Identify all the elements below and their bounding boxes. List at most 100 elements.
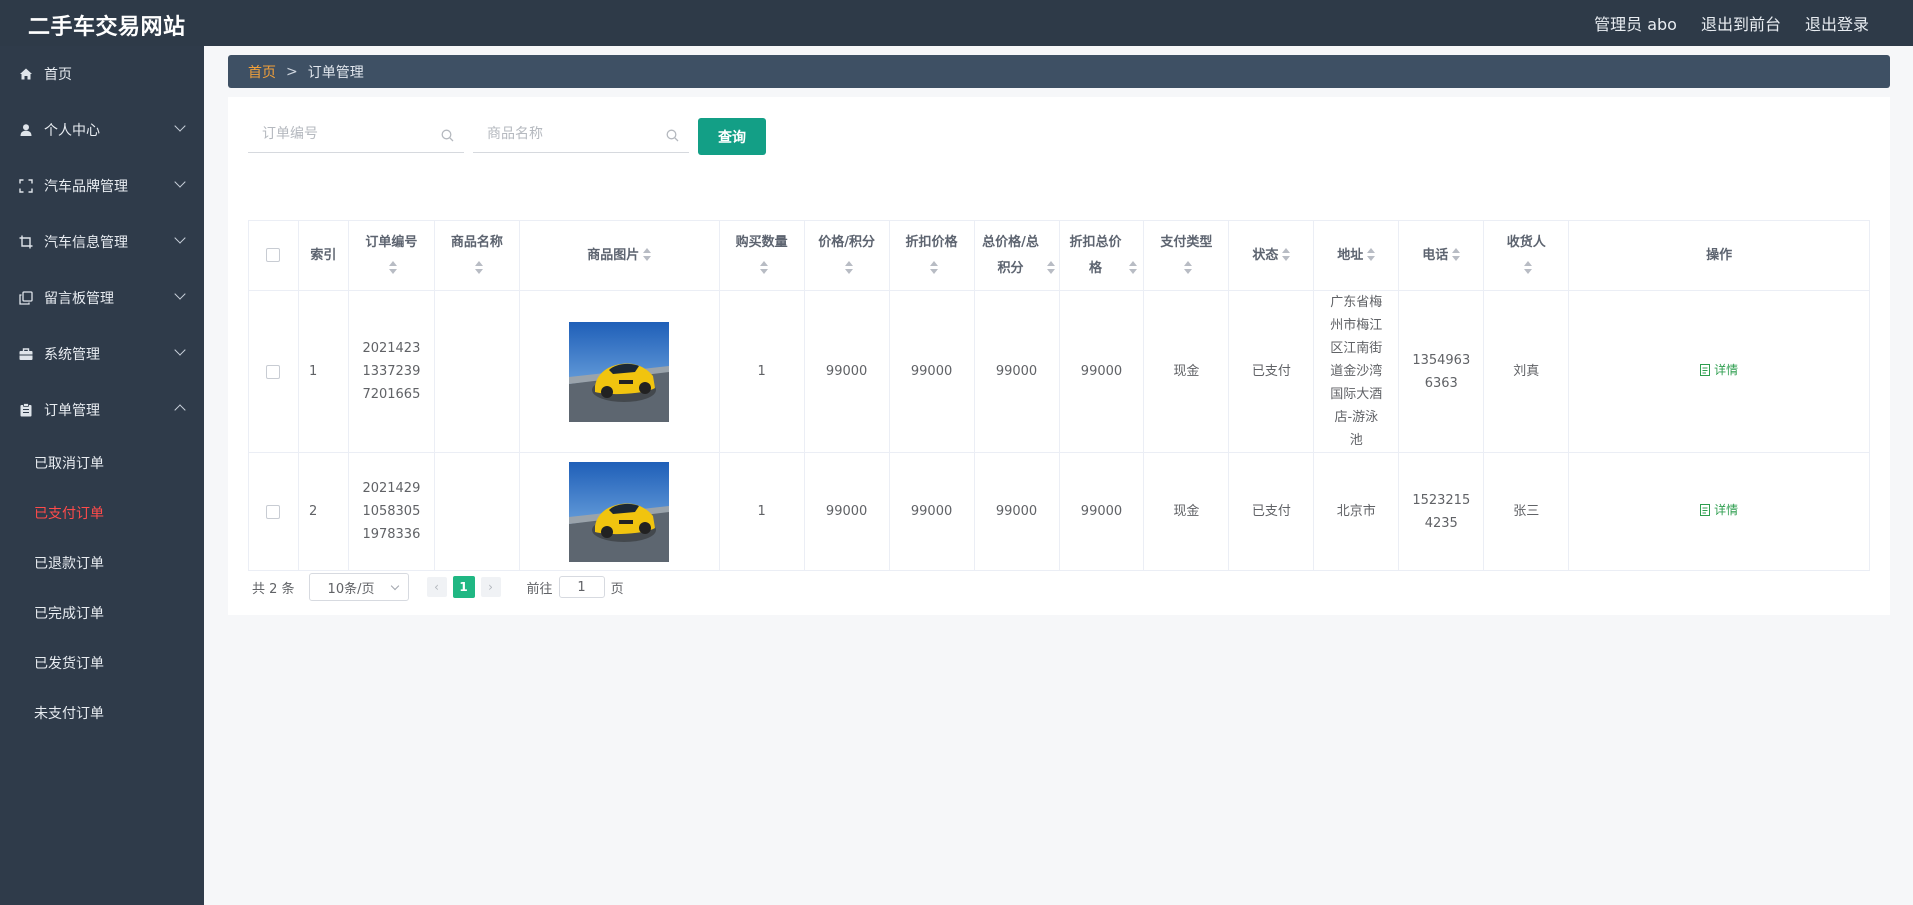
briefcase-icon (18, 346, 34, 362)
row-select-cell (248, 452, 299, 571)
header-index: 索引 (297, 220, 349, 291)
top-nav: 管理员 abo 退出到前台 退出登录 (1594, 11, 1869, 35)
prev-page-button[interactable]: ‹ (426, 577, 447, 597)
breadcrumb-separator: > (286, 63, 298, 80)
sort-icon[interactable] (1046, 261, 1055, 275)
sort-icon[interactable] (759, 261, 768, 275)
submenu-unpaid-orders[interactable]: 未支付订单 (0, 688, 204, 738)
sort-icon[interactable] (1452, 248, 1461, 262)
detail-button[interactable]: 详情 (1700, 359, 1738, 382)
cell-phone: 15232154235 (1398, 452, 1485, 571)
header-product-image[interactable]: 商品图片 (518, 220, 720, 291)
product-name-input[interactable] (473, 115, 689, 152)
row-select-cell (248, 290, 299, 453)
order-number-search (248, 115, 464, 153)
document-icon (1700, 504, 1711, 517)
select-all-checkbox[interactable] (266, 248, 281, 262)
sidebar-item-message-board[interactable]: 留言板管理 (0, 270, 204, 326)
sidebar-item-car-info[interactable]: 汽车信息管理 (0, 214, 204, 270)
header-order-no[interactable]: 订单编号 (347, 220, 435, 291)
cell-actions: 详情 (1568, 290, 1870, 453)
sidebar-item-car-brand[interactable]: 汽车品牌管理 (0, 158, 204, 214)
cell-product-image (518, 452, 720, 571)
admin-user-link[interactable]: 管理员 abo (1594, 11, 1677, 35)
header-pay-type[interactable]: 支付类型 (1143, 220, 1230, 291)
cell-price: 99000 (803, 290, 890, 453)
main-panel: 查询 索引 订单编号 商品名称 商品图片 购买数量 价格/积分 折扣价格 总价格… (228, 97, 1890, 615)
sort-icon[interactable] (929, 261, 938, 275)
crop-icon (18, 234, 34, 250)
cell-total-price: 99000 (973, 452, 1060, 571)
sort-icon[interactable] (643, 248, 652, 262)
product-name-search (473, 115, 689, 153)
header-phone[interactable]: 电话 (1398, 220, 1485, 291)
query-button[interactable]: 查询 (698, 118, 766, 155)
cell-status: 已支付 (1228, 290, 1315, 453)
next-page-button[interactable]: › (480, 577, 501, 597)
sort-icon[interactable] (1184, 261, 1193, 275)
home-icon (18, 66, 34, 82)
table-row: 1 202142313372397201665 1 99000 99000 99… (248, 290, 1870, 453)
sort-icon[interactable] (1282, 248, 1291, 262)
header-discount-price[interactable]: 折扣价格 (888, 220, 975, 291)
submenu-cancelled-orders[interactable]: 已取消订单 (0, 438, 204, 488)
goto-page-input[interactable] (558, 576, 605, 598)
header-discount-total[interactable]: 折扣总价格 (1058, 220, 1145, 291)
cell-index: 1 (297, 290, 349, 453)
sort-icon[interactable] (1367, 248, 1376, 262)
cell-product-image (518, 290, 720, 453)
breadcrumb: 首页 > 订单管理 (228, 55, 1890, 88)
sort-icon[interactable] (389, 261, 398, 275)
sidebar-item-personal-center[interactable]: 个人中心 (0, 102, 204, 158)
cell-index: 2 (297, 452, 349, 571)
document-icon (1700, 364, 1711, 377)
header-product-name[interactable]: 商品名称 (433, 220, 520, 291)
search-icon (441, 127, 454, 146)
car-image[interactable] (569, 321, 670, 422)
sort-icon[interactable] (1129, 261, 1138, 275)
submenu-shipped-orders[interactable]: 已发货订单 (0, 638, 204, 688)
user-icon (18, 122, 34, 138)
sort-icon[interactable] (1524, 261, 1533, 275)
submenu-completed-orders[interactable]: 已完成订单 (0, 588, 204, 638)
sidebar-item-label: 留言板管理 (44, 291, 114, 307)
header-total-price[interactable]: 总价格/总积分 (973, 220, 1060, 291)
table-row: 2 202142910583051978336 1 99000 99000 99… (248, 452, 1870, 571)
logout-link[interactable]: 退出登录 (1805, 11, 1869, 35)
sidebar-item-system[interactable]: 系统管理 (0, 326, 204, 382)
exit-to-frontend-link[interactable]: 退出到前台 (1701, 11, 1781, 35)
page-size-select[interactable]: 10条/页 (308, 573, 409, 601)
chevron-down-icon (174, 120, 186, 132)
search-icon (666, 127, 679, 146)
sort-icon[interactable] (474, 261, 483, 275)
chevron-down-icon (174, 288, 186, 300)
cell-address: 北京市 (1313, 452, 1400, 571)
order-number-input[interactable] (248, 115, 464, 152)
chevron-down-icon (174, 232, 186, 244)
row-checkbox[interactable] (266, 504, 281, 519)
header-receiver[interactable]: 收货人 (1483, 220, 1570, 291)
cell-discount-total: 99000 (1058, 290, 1145, 453)
page-number-button[interactable]: 1 (452, 576, 475, 598)
header-address[interactable]: 地址 (1313, 220, 1400, 291)
detail-button[interactable]: 详情 (1700, 499, 1738, 522)
sort-icon[interactable] (844, 261, 853, 275)
cell-phone: 13549636363 (1398, 290, 1485, 453)
car-image[interactable] (569, 461, 670, 562)
submenu-paid-orders[interactable]: 已支付订单 (0, 488, 204, 538)
row-checkbox[interactable] (266, 364, 281, 379)
header-status[interactable]: 状态 (1228, 220, 1315, 291)
clipboard-icon (18, 402, 34, 418)
breadcrumb-home-link[interactable]: 首页 (248, 62, 276, 82)
top-bar: 二手车交易网站 管理员 abo 退出到前台 退出登录 (0, 0, 1913, 46)
sidebar-item-label: 系统管理 (44, 347, 100, 363)
sidebar-item-order-management[interactable]: 订单管理 (0, 382, 204, 438)
copy-icon (18, 290, 34, 306)
cell-actions: 详情 (1568, 452, 1870, 571)
total-count: 共 2 条 (252, 581, 295, 597)
submenu-refunded-orders[interactable]: 已退款订单 (0, 538, 204, 588)
sidebar-item-home[interactable]: 首页 (0, 46, 204, 102)
header-price[interactable]: 价格/积分 (803, 220, 890, 291)
header-quantity[interactable]: 购买数量 (718, 220, 805, 291)
chevron-down-icon (174, 344, 186, 356)
